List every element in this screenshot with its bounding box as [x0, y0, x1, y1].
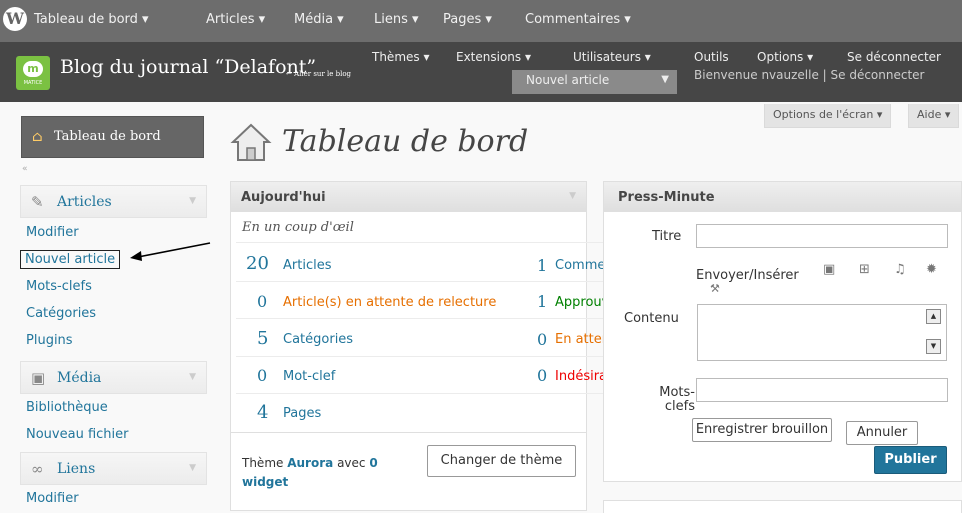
sidebar-item-plugins[interactable]: Plugins: [26, 333, 73, 348]
chevron-down-icon[interactable]: ▼: [569, 191, 576, 201]
camera-icon: ▣: [31, 369, 46, 387]
widget-count-link[interactable]: 0: [369, 456, 377, 470]
sidebar-menu-articles[interactable]: ✎ Articles ▼: [20, 185, 207, 218]
home-icon: ⌂: [32, 129, 43, 145]
nav-tools[interactable]: Outils: [694, 50, 729, 64]
widget-link[interactable]: widget: [242, 475, 288, 489]
approved-count[interactable]: 1: [537, 292, 547, 311]
chevron-down-icon[interactable]: ▼: [189, 463, 196, 473]
tags-field-label: Mots-clefs: [659, 385, 695, 414]
pushpin-icon: ✎: [31, 193, 44, 211]
theme-info: Thème Aurora avec 0 widget: [242, 456, 378, 489]
today-widget-header[interactable]: Aujourd'hui ▼: [231, 182, 586, 212]
screen-options-button[interactable]: Options de l'écran ▾: [764, 104, 892, 128]
sidebar-item-edit-links[interactable]: Modifier: [26, 491, 79, 506]
sidebar-menu-links[interactable]: ∞ Liens ▼: [20, 452, 207, 485]
divider: [231, 432, 586, 433]
page-title: Tableau de bord: [282, 124, 529, 159]
title-input[interactable]: [696, 224, 948, 248]
awaiting-count[interactable]: 0: [537, 330, 547, 349]
posts-count[interactable]: 20: [246, 253, 269, 274]
site-logo: m MATICE: [16, 56, 50, 90]
dashboard-home-icon: [230, 123, 272, 161]
nav-themes[interactable]: Thèmes ▾: [372, 50, 429, 64]
add-image-icon[interactable]: ▣: [823, 263, 837, 276]
sidebar-menu-media[interactable]: ▣ Média ▼: [20, 361, 207, 394]
sidebar-item-add-media[interactable]: Nouveau fichier: [26, 427, 128, 442]
topbar-menu-pages[interactable]: Pages ▾: [443, 12, 492, 27]
scroll-down-icon[interactable]: ▼: [926, 339, 941, 354]
nav-logout[interactable]: Se déconnecter: [847, 50, 941, 64]
nav-options[interactable]: Options ▾: [757, 50, 813, 64]
cancel-button[interactable]: Annuler: [846, 421, 918, 445]
save-draft-button[interactable]: Enregistrer brouillon: [692, 418, 832, 442]
add-audio-icon[interactable]: ♫: [894, 263, 908, 276]
new-post-dropdown[interactable]: Nouvel article ▼: [512, 70, 677, 94]
nav-users[interactable]: Utilisateurs ▾: [573, 50, 651, 64]
posts-label[interactable]: Articles: [283, 258, 331, 273]
quickpress-widget-header[interactable]: Press-Minute: [604, 182, 961, 212]
upload-insert-label: Envoyer/Insérer: [696, 268, 799, 283]
categories-label[interactable]: Catégories: [283, 332, 353, 347]
publish-button[interactable]: Publier: [874, 446, 947, 474]
chevron-down-icon[interactable]: ▼: [189, 372, 196, 382]
spam-count[interactable]: 0: [537, 366, 547, 385]
sidebar-item-categories[interactable]: Catégories: [26, 306, 96, 321]
tags-label[interactable]: Mot-clef: [283, 369, 335, 384]
scroll-up-icon[interactable]: ▲: [926, 309, 941, 324]
add-video-icon[interactable]: ⊞: [859, 263, 873, 276]
admin-bar: W Tableau de bord ▾ Articles ▾ Média ▾ L…: [0, 0, 962, 42]
topbar-menu-comments[interactable]: Commentaires ▾: [525, 12, 631, 27]
sidebar-item-library[interactable]: Bibliothèque: [26, 400, 108, 415]
wordpress-logo-icon[interactable]: W: [3, 7, 27, 31]
chevron-down-icon: ▼: [661, 74, 669, 85]
welcome-text: Bienvenue nvauzelle | Se déconnecter: [694, 68, 925, 82]
site-title[interactable]: Blog du journal “Delafont”: [60, 56, 316, 78]
topbar-menu-articles[interactable]: Articles ▾: [206, 12, 265, 27]
wrench-icon: ⚒: [710, 282, 720, 295]
tags-count[interactable]: 0: [257, 366, 267, 385]
title-label: Titre: [652, 229, 682, 244]
visit-site-link[interactable]: ← Aller sur le blog: [286, 70, 351, 78]
sidebar-item-dashboard[interactable]: ⌂ Tableau de bord: [21, 116, 204, 158]
tags-input[interactable]: [696, 378, 948, 402]
change-theme-button[interactable]: Changer de thème: [427, 445, 576, 477]
sidebar-item-new-post[interactable]: Nouvel article: [20, 250, 121, 269]
pending-posts-label[interactable]: Article(s) en attente de relecture: [283, 295, 496, 310]
chevron-down-icon[interactable]: ▼: [189, 196, 196, 206]
nav-extensions[interactable]: Extensions ▾: [456, 50, 531, 64]
help-button[interactable]: Aide ▾: [908, 104, 960, 128]
sidebar-item-edit-posts[interactable]: Modifier: [26, 225, 79, 240]
next-widget: [603, 500, 962, 513]
comments-count[interactable]: 1: [537, 256, 547, 275]
pages-label[interactable]: Pages: [283, 406, 321, 421]
content-textarea[interactable]: [697, 304, 947, 361]
site-header: m MATICE Blog du journal “Delafont” ← Al…: [0, 42, 962, 102]
categories-count[interactable]: 5: [257, 328, 268, 349]
content-label: Contenu: [624, 311, 679, 326]
pages-count[interactable]: 4: [257, 402, 268, 423]
topbar-menu-dashboard[interactable]: Tableau de bord ▾: [34, 12, 149, 27]
link-icon: ∞: [31, 460, 44, 478]
at-a-glance-label: En un coup d'œil: [242, 220, 354, 235]
collapse-menu-icon[interactable]: «: [22, 164, 28, 174]
sidebar-item-tags[interactable]: Mots-clefs: [26, 279, 92, 294]
pending-count[interactable]: 0: [257, 292, 267, 311]
add-media-icon[interactable]: ✹: [926, 263, 940, 276]
annotation-arrow: [130, 242, 211, 261]
topbar-menu-links[interactable]: Liens ▾: [374, 12, 419, 27]
theme-name-link[interactable]: Aurora: [287, 456, 333, 470]
topbar-menu-media[interactable]: Média ▾: [294, 12, 344, 27]
